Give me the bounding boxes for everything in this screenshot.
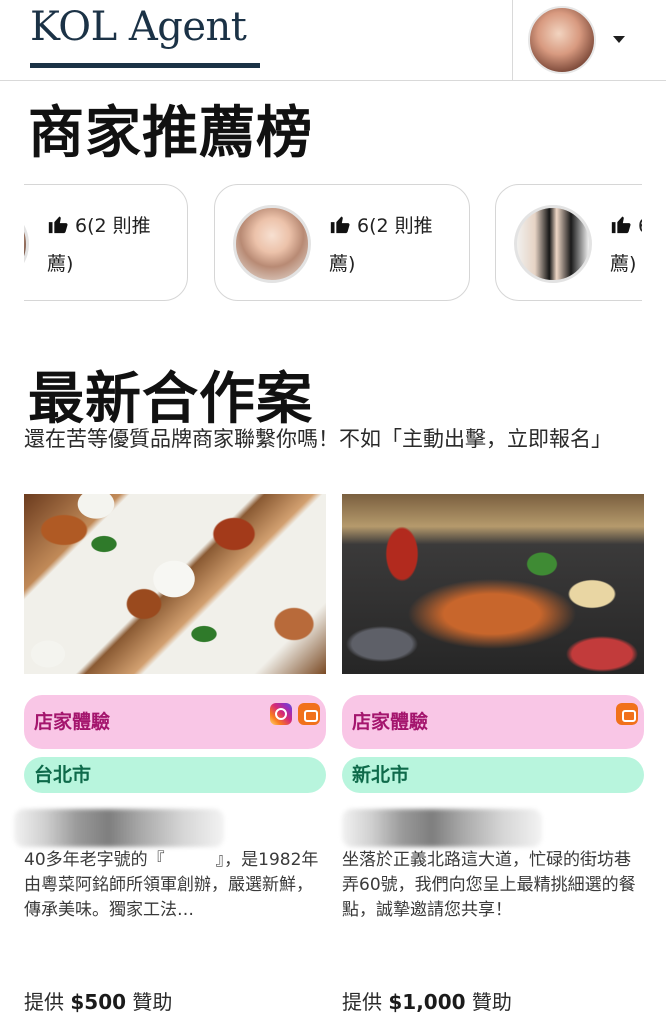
campaign-description: 40多年老字號的『 』，是1982年由粵菜阿銘師所領軍創辦，嚴選新鮮，傳承美味。… xyxy=(24,850,319,920)
campaign-type-badge: 店家體驗 xyxy=(342,695,644,749)
top-header: KOL Agent xyxy=(0,0,666,81)
campaign-card[interactable]: 店家體驗 新北市 坐落於正義北路這大道，忙碌的街坊巷弄60號，我們向您呈上最精挑… xyxy=(342,494,644,1014)
recommend-count: 6(2 則推薦) xyxy=(610,207,642,283)
campaign-description: 坐落於正義北路這大道，忙碌的街坊巷弄60號，我們向您呈上最精挑細選的餐點，誠摯邀… xyxy=(342,850,636,920)
blurred-merchant-name xyxy=(342,809,542,847)
blogger-icon xyxy=(298,703,320,725)
merchant-avatar xyxy=(24,205,29,283)
merchant-card[interactable]: 6(2 則推薦) xyxy=(495,184,642,301)
instagram-icon xyxy=(270,703,292,725)
thumbs-up-icon xyxy=(48,216,68,234)
blurred-merchant-name xyxy=(14,809,224,847)
recommend-title: 商家推薦榜 xyxy=(28,101,313,166)
campaign-photo[interactable] xyxy=(342,494,644,674)
latest-title: 最新合作案 xyxy=(28,367,313,432)
campaign-sponsor: 提供 $1,000 贊助 xyxy=(342,990,512,1014)
merchant-avatar xyxy=(233,205,311,283)
app-logo[interactable]: KOL Agent xyxy=(30,4,247,50)
thumbs-up-icon xyxy=(330,216,350,234)
latest-subtitle: 還在苦等優質品牌商家聯繫你嗎！不如「主動出擊，立即報名」 xyxy=(24,427,612,451)
campaign-sponsor: 提供 $500 贊助 xyxy=(24,990,173,1014)
campaign-card[interactable]: 店家體驗 台北市 40多年老字號的『 』，是1982年由粵菜阿銘師所領軍創辦，嚴… xyxy=(14,494,326,1014)
caret-down-icon[interactable] xyxy=(613,36,625,43)
campaign-type-badge: 店家體驗 xyxy=(24,695,326,749)
recommend-count: 6(2 則推薦) xyxy=(329,215,433,275)
recommend-count: 6(2 則推薦) xyxy=(47,215,151,275)
campaign-city-badge: 新北市 xyxy=(342,757,644,793)
user-avatar[interactable] xyxy=(528,6,596,74)
merchant-card[interactable]: 6(2 則推薦) xyxy=(214,184,470,301)
campaign-photo[interactable] xyxy=(24,494,326,674)
header-divider xyxy=(512,0,513,81)
merchant-card[interactable]: 6(2 則推薦) xyxy=(24,184,188,301)
recommend-carousel[interactable]: 6(2 則推薦) 6(2 則推薦) 6(2 則推薦) xyxy=(24,184,642,304)
thumbs-up-icon xyxy=(611,216,631,234)
logo-underline xyxy=(30,63,260,68)
campaign-city-badge: 台北市 xyxy=(24,757,326,793)
blogger-icon xyxy=(616,703,638,725)
merchant-avatar xyxy=(514,205,592,283)
